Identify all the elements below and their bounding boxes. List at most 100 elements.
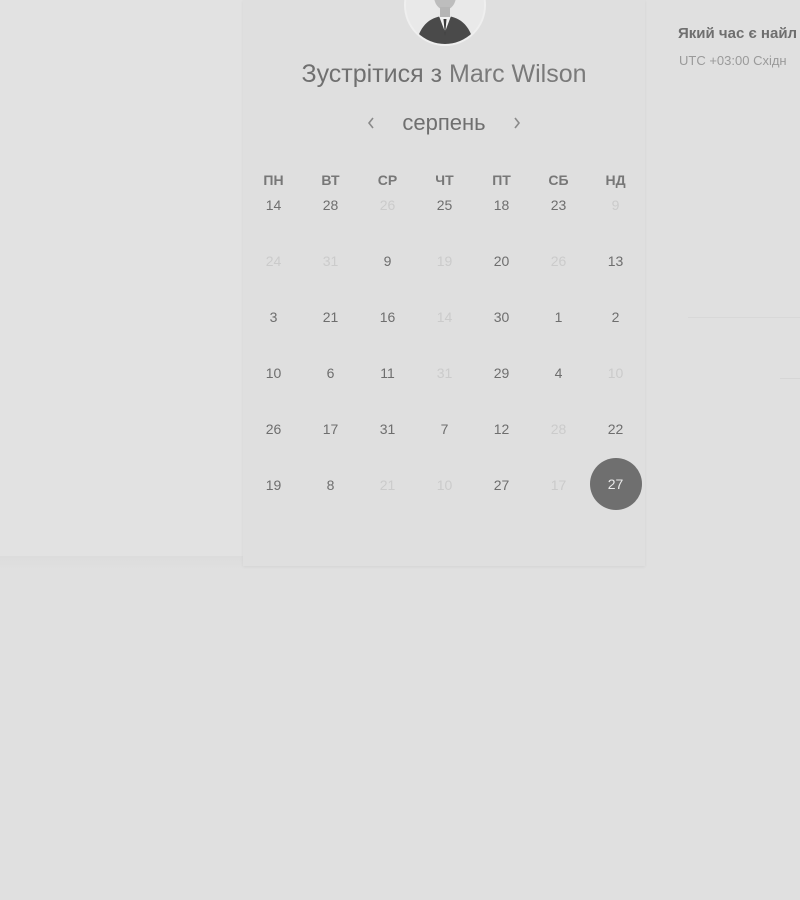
calendar-day[interactable]: 20: [473, 242, 530, 298]
calendar-day[interactable]: 23: [530, 186, 587, 242]
calendar-day[interactable]: 8: [302, 466, 359, 522]
calendar-day: 9: [587, 186, 644, 242]
month-label: серпень: [402, 110, 486, 135]
calendar-day[interactable]: 14: [245, 186, 302, 242]
calendar-day: 19: [416, 242, 473, 298]
calendar-day[interactable]: 26: [245, 410, 302, 466]
host-name: Marc Wilson: [449, 60, 587, 88]
next-month-button[interactable]: [504, 110, 530, 136]
calendar-day-number: 13: [607, 253, 624, 269]
calendar-day-number: 18: [493, 197, 510, 213]
calendar-day-number: 28: [550, 421, 567, 437]
calendar-day: 31: [302, 242, 359, 298]
calendar-day[interactable]: 17: [302, 410, 359, 466]
calendar-day[interactable]: 10: [245, 354, 302, 410]
calendar-day-number: 9: [383, 253, 392, 269]
calendar-day: 14: [416, 298, 473, 354]
calendar-day-number: 8: [326, 477, 335, 493]
calendar-day-number: 29: [493, 365, 510, 381]
calendar-day-number: 10: [607, 365, 624, 381]
calendar-day-number: 22: [607, 421, 624, 437]
calendar-day-number: 11: [380, 365, 395, 381]
calendar-day-number: 17: [322, 421, 339, 437]
month-navigation: серпень: [243, 110, 645, 136]
calendar-day[interactable]: 6: [302, 354, 359, 410]
calendar-day[interactable]: 13: [587, 242, 644, 298]
calendar-day-number: 21: [322, 309, 339, 325]
divider: [688, 317, 800, 318]
calendar-day-number: 14: [436, 309, 453, 325]
calendar-day-number: 26: [550, 253, 567, 269]
calendar-day-number: 19: [436, 253, 453, 269]
calendar-day-number: 9: [611, 197, 620, 213]
calendar-day-number: 20: [493, 253, 510, 269]
calendar-day-number: 28: [322, 197, 339, 213]
page-title: Зустрітися з Marc Wilson: [243, 60, 645, 89]
calendar-day[interactable]: 25: [416, 186, 473, 242]
calendar-day[interactable]: 16: [359, 298, 416, 354]
calendar-day-selected[interactable]: 27: [587, 458, 644, 522]
title-prefix: Зустрітися з: [301, 60, 443, 88]
left-panel: [0, 0, 243, 556]
chevron-left-icon: [368, 117, 374, 129]
calendar-day: 24: [245, 242, 302, 298]
calendar-day-number: 31: [436, 365, 453, 381]
calendar-day-number: 30: [493, 309, 510, 325]
calendar-day: 26: [530, 242, 587, 298]
calendar-day[interactable]: 3: [245, 298, 302, 354]
calendar-day: 28: [530, 410, 587, 466]
chevron-right-icon: [513, 117, 520, 129]
calendar-day-number: 19: [265, 477, 282, 493]
calendar-day[interactable]: 11: [359, 354, 416, 410]
calendar-day-number: 2: [611, 309, 620, 325]
calendar-day-number: 27: [589, 458, 642, 510]
calendar-day-number: 10: [265, 365, 282, 381]
calendar-day[interactable]: 2: [587, 298, 644, 354]
calendar-day[interactable]: 12: [473, 410, 530, 466]
calendar-day-number: 31: [322, 253, 339, 269]
calendar-day-number: 10: [436, 477, 453, 493]
calendar-day: 10: [587, 354, 644, 410]
calendar-day[interactable]: 30: [473, 298, 530, 354]
calendar-day-number: 24: [265, 253, 282, 269]
timezone-label[interactable]: UTC +03:00 Східн: [679, 53, 787, 68]
calendar-day[interactable]: 18: [473, 186, 530, 242]
calendar-day-number: 26: [265, 421, 282, 437]
calendar-day: 26: [359, 186, 416, 242]
calendar-day[interactable]: 4: [530, 354, 587, 410]
calendar-day-number: 1: [554, 309, 563, 325]
calendar-day-number: 7: [440, 421, 449, 437]
calendar-day-number: 3: [269, 309, 278, 325]
calendar-day-number: 31: [379, 421, 396, 437]
calendar-day[interactable]: 7: [416, 410, 473, 466]
calendar-day: 31: [416, 354, 473, 410]
calendar-day[interactable]: 31: [359, 410, 416, 466]
calendar-day-number: 26: [379, 197, 396, 213]
calendar-day: 10: [416, 466, 473, 522]
calendar-grid: 14 28 26 25 18 23 9 24 31 9 19 20 26 13 3 21 16 14 30 1 2 10 6…: [245, 186, 643, 522]
calendar-day-number: 4: [554, 365, 563, 381]
calendar-day[interactable]: 21: [302, 298, 359, 354]
calendar-day[interactable]: 1: [530, 298, 587, 354]
calendar-day-number: 27: [493, 477, 510, 493]
calendar-day-number: 25: [436, 197, 453, 213]
calendar-day[interactable]: 29: [473, 354, 530, 410]
calendar-day[interactable]: 9: [359, 242, 416, 298]
calendar-day[interactable]: 27: [473, 466, 530, 522]
calendar-day: 21: [359, 466, 416, 522]
calendar-day[interactable]: 19: [245, 466, 302, 522]
calendar-day-number: 12: [493, 421, 510, 437]
left-panel-shadow: [0, 556, 243, 570]
calendar-day-number: 16: [379, 309, 396, 325]
calendar-day-number: 21: [379, 477, 396, 493]
calendar-day: 17: [530, 466, 587, 522]
calendar-day-number: 23: [550, 197, 567, 213]
time-selection-panel: [645, 0, 800, 566]
calendar-day-number: 6: [326, 365, 335, 381]
calendar-day-number: 14: [265, 197, 282, 213]
prev-month-button[interactable]: [358, 110, 384, 136]
divider: [780, 378, 800, 379]
calendar-day-number: 17: [550, 477, 567, 493]
time-question: Який час є найл: [678, 25, 798, 42]
calendar-day[interactable]: 28: [302, 186, 359, 242]
